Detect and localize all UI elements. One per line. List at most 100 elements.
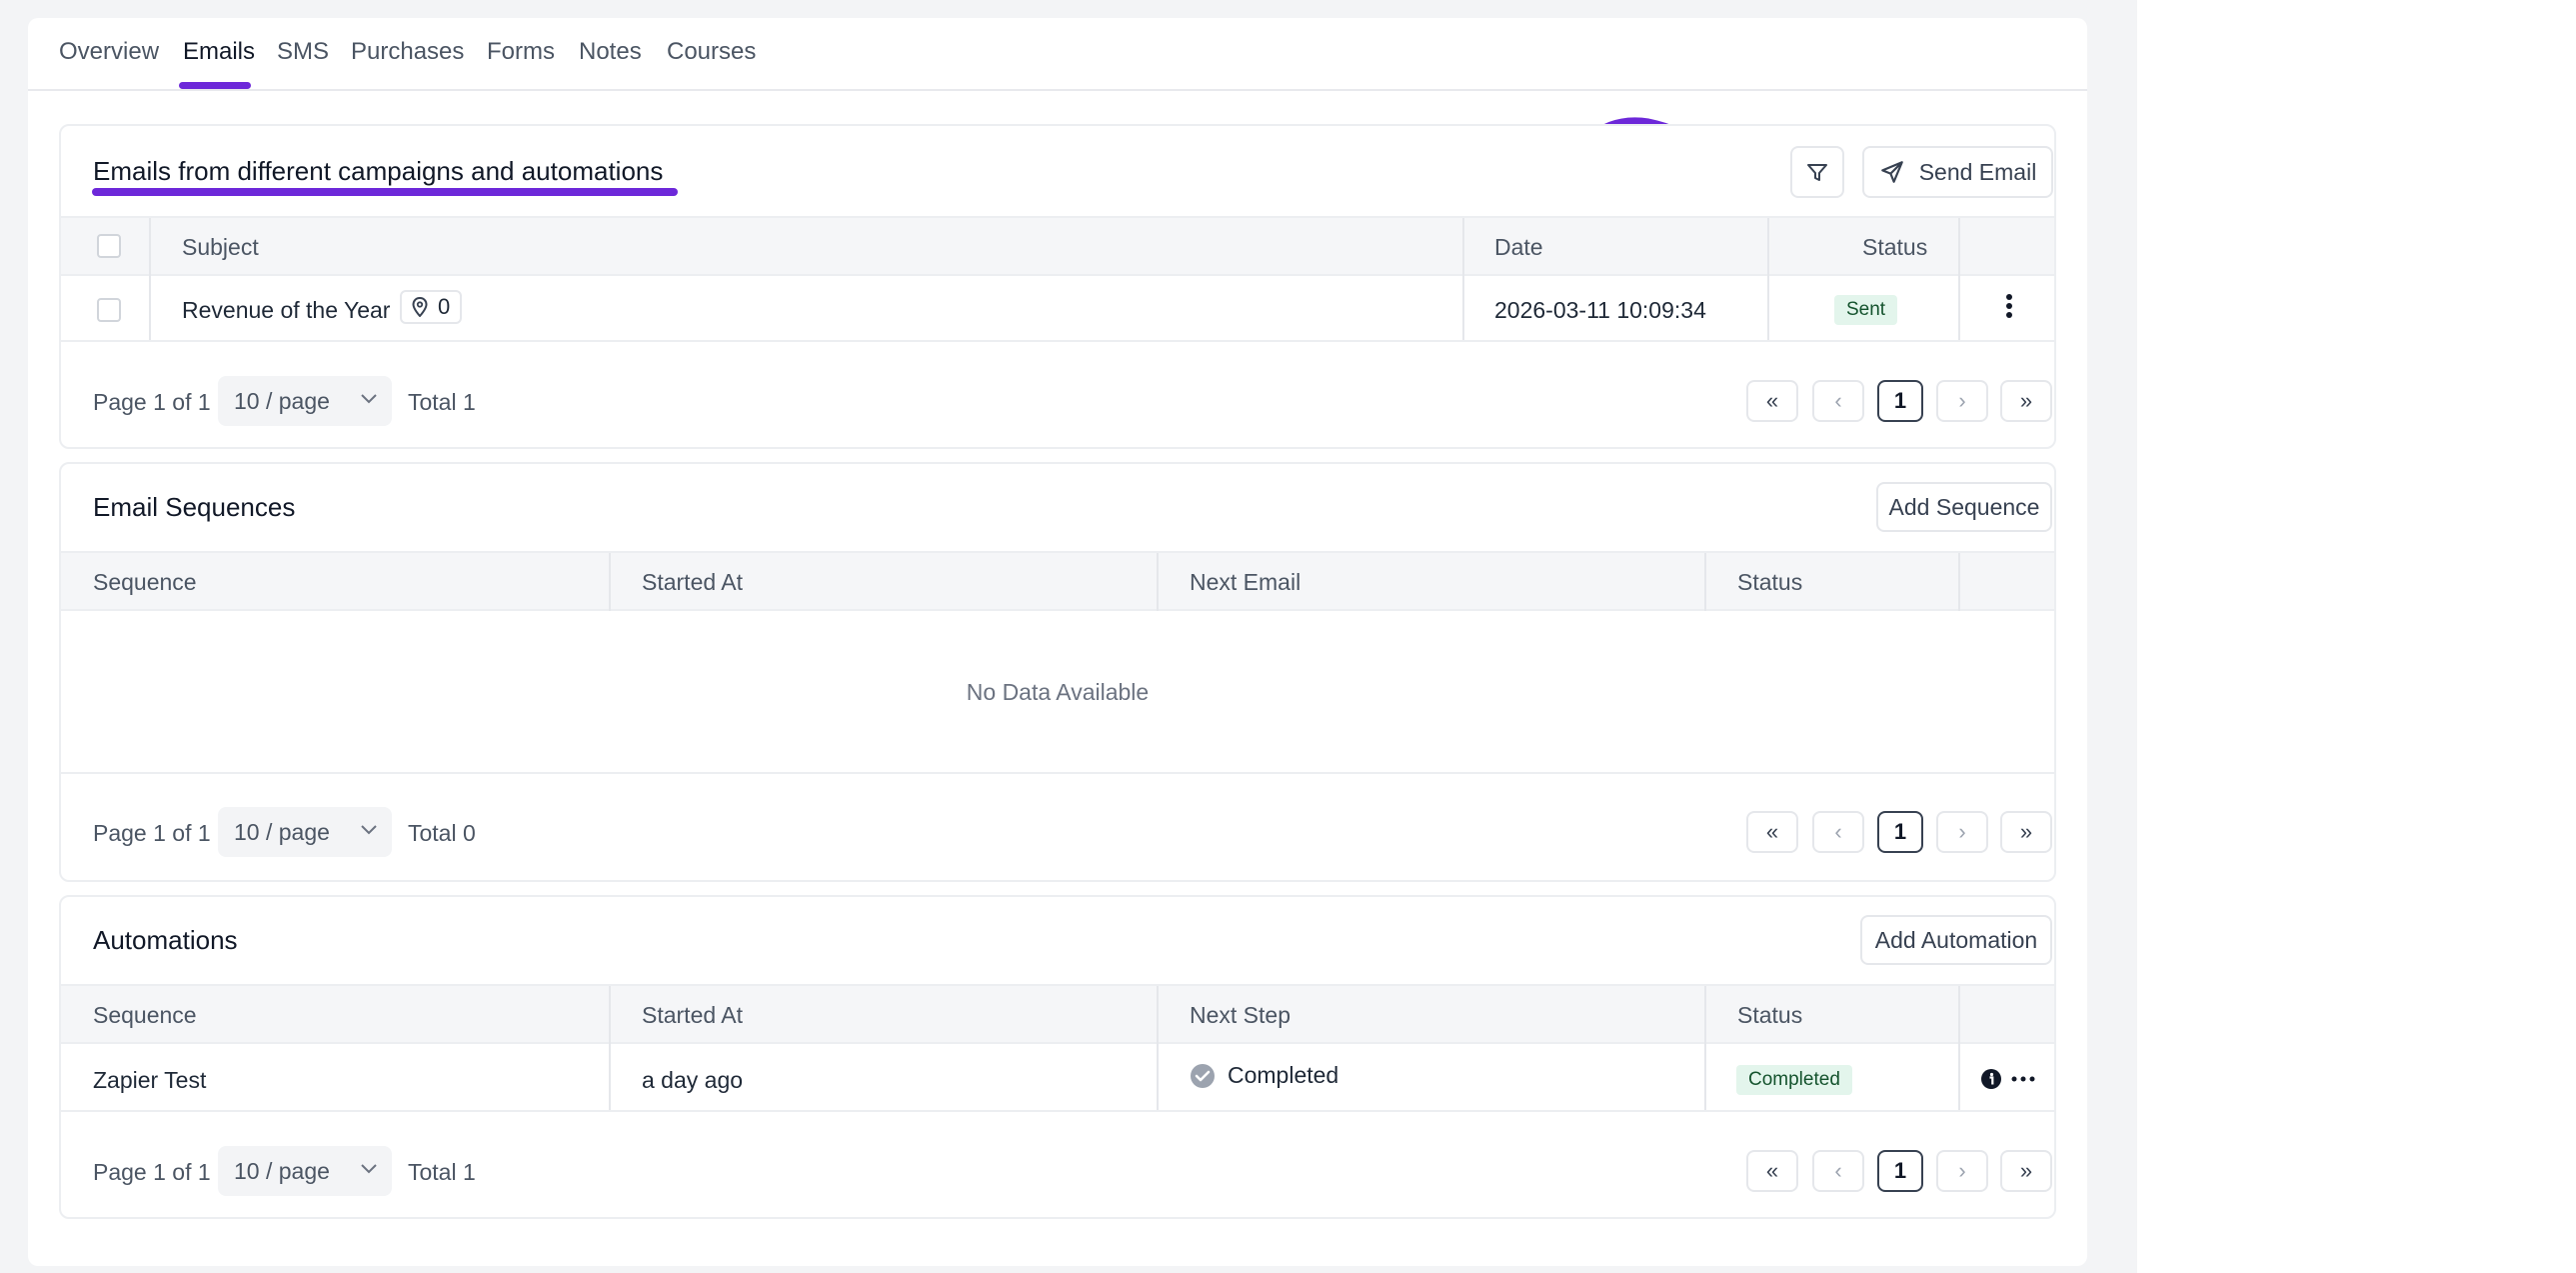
automations-title: Automations	[93, 925, 238, 955]
empty-state-text: No Data Available	[966, 679, 1150, 705]
col-status: Status	[1737, 569, 1803, 595]
emails-section: Emails from different campaigns and auto…	[59, 124, 2056, 449]
page-info: Page 1 of 1	[93, 820, 211, 846]
last-page-button[interactable]: »	[2000, 380, 2052, 422]
first-page-button[interactable]: «	[1746, 380, 1798, 422]
add-sequence-label: Add Sequence	[1888, 493, 2040, 520]
next-page-button[interactable]: ›	[1936, 1150, 1988, 1192]
tab-emails[interactable]: Emails	[183, 38, 255, 66]
sequences-table-header: Sequence Started At Next Email Status	[61, 551, 2054, 611]
current-page-button[interactable]: 1	[1877, 1150, 1923, 1192]
chevron-down-icon	[361, 825, 377, 835]
first-page-button[interactable]: «	[1746, 1150, 1798, 1192]
location-count: 0	[438, 294, 451, 319]
col-started-at: Started At	[642, 1002, 744, 1028]
prev-page-button[interactable]: ‹	[1812, 811, 1864, 853]
automation-started-at: a day ago	[642, 1067, 744, 1093]
automation-sequence[interactable]: Zapier Test	[93, 1067, 206, 1094]
next-page-button[interactable]: ›	[1936, 380, 1988, 422]
check-circle-icon	[1191, 1064, 1215, 1088]
add-automation-label: Add Automation	[1874, 926, 2038, 953]
chevron-right-icon: ›	[1958, 819, 1966, 844]
tab-overview[interactable]: Overview	[59, 38, 159, 66]
main-card: Overview Emails SMS Purchases Forms Note…	[28, 18, 2087, 1266]
table-row[interactable]: Revenue of the Year 0 2026-03-11 10:09:3…	[61, 278, 2054, 342]
emails-title: Emails from different campaigns and auto…	[93, 156, 664, 186]
add-automation-button[interactable]: Add Automation	[1860, 915, 2052, 965]
table-row[interactable]: Zapier Test a day ago Completed Complete…	[61, 1046, 2054, 1112]
automation-next-step: Completed	[1228, 1062, 1339, 1088]
status-badge: Completed	[1736, 1065, 1852, 1095]
current-page-button[interactable]: 1	[1877, 811, 1923, 853]
last-page-button[interactable]: »	[2000, 1150, 2052, 1192]
more-vertical-icon[interactable]	[2004, 292, 2014, 322]
page-info: Page 1 of 1	[93, 389, 211, 415]
current-page-button[interactable]: 1	[1877, 380, 1923, 422]
col-next-step: Next Step	[1190, 1002, 1290, 1028]
double-chevron-right-icon: »	[2019, 819, 2033, 844]
send-icon	[1880, 161, 1903, 183]
select-all-checkbox[interactable]	[97, 234, 121, 258]
col-next-email: Next Email	[1190, 569, 1301, 595]
page-info: Page 1 of 1	[93, 1159, 211, 1185]
send-email-button[interactable]: Send Email	[1862, 146, 2053, 198]
col-sequence: Sequence	[93, 1002, 197, 1028]
total-count: Total 1	[408, 1159, 476, 1185]
right-panel	[2137, 0, 2576, 1273]
double-chevron-right-icon: »	[2019, 388, 2033, 413]
page-size-select[interactable]: 10 / page	[218, 376, 392, 426]
page-size-select[interactable]: 10 / page	[218, 807, 392, 857]
tab-forms[interactable]: Forms	[487, 38, 555, 66]
total-count: Total 0	[408, 820, 476, 846]
add-sequence-button[interactable]: Add Sequence	[1876, 482, 2052, 532]
double-chevron-left-icon: «	[1765, 1158, 1779, 1183]
filter-icon	[1807, 164, 1827, 181]
automations-section: Automations Add Automation Sequence Star…	[59, 895, 2056, 1219]
total-count: Total 1	[408, 389, 476, 415]
tab-sms[interactable]: SMS	[277, 38, 329, 66]
email-subject[interactable]: Revenue of the Year	[182, 297, 390, 324]
tab-notes[interactable]: Notes	[579, 38, 642, 66]
sequences-title: Email Sequences	[93, 492, 296, 522]
emails-table-header: Subject Date Status	[61, 216, 2054, 276]
status-badge: Sent	[1834, 295, 1898, 325]
tab-courses[interactable]: Courses	[667, 38, 756, 66]
prev-page-button[interactable]: ‹	[1812, 1150, 1864, 1192]
chevron-right-icon: ›	[1958, 1158, 1966, 1183]
double-chevron-right-icon: »	[2019, 1158, 2033, 1183]
location-chip: 0	[400, 290, 463, 324]
chevron-down-icon	[361, 394, 377, 404]
chevron-left-icon: ‹	[1834, 388, 1842, 413]
col-subject: Subject	[182, 234, 259, 260]
chevron-down-icon	[361, 1164, 377, 1174]
row-checkbox[interactable]	[97, 298, 121, 322]
double-chevron-left-icon: «	[1765, 819, 1779, 844]
send-email-label: Send Email	[1918, 158, 2037, 185]
info-icon[interactable]	[1980, 1068, 2002, 1090]
first-page-button[interactable]: «	[1746, 811, 1798, 853]
col-started-at: Started At	[642, 569, 744, 595]
more-horizontal-icon[interactable]	[2010, 1074, 2036, 1084]
tab-purchases[interactable]: Purchases	[351, 38, 464, 66]
active-tab-indicator	[179, 82, 251, 89]
page-size-value: 10 / page	[234, 1158, 330, 1184]
title-annotation-underline	[92, 188, 678, 196]
chevron-right-icon: ›	[1958, 388, 1966, 413]
location-pin-icon	[412, 297, 428, 317]
page-size-select[interactable]: 10 / page	[218, 1146, 392, 1196]
tab-bar: Overview Emails SMS Purchases Forms Note…	[28, 18, 2087, 91]
page-size-value: 10 / page	[234, 388, 330, 414]
next-page-button[interactable]: ›	[1936, 811, 1988, 853]
filter-button[interactable]	[1790, 146, 1844, 198]
col-date: Date	[1494, 234, 1543, 260]
automations-table-header: Sequence Started At Next Step Status	[61, 984, 2054, 1044]
col-status: Status	[1862, 234, 1928, 260]
col-sequence: Sequence	[93, 569, 197, 595]
chevron-left-icon: ‹	[1834, 1158, 1842, 1183]
sequences-section: Email Sequences Add Sequence Sequence St…	[59, 462, 2056, 882]
empty-state: No Data Available	[61, 613, 2054, 774]
chevron-left-icon: ‹	[1834, 819, 1842, 844]
last-page-button[interactable]: »	[2000, 811, 2052, 853]
prev-page-button[interactable]: ‹	[1812, 380, 1864, 422]
double-chevron-left-icon: «	[1765, 388, 1779, 413]
